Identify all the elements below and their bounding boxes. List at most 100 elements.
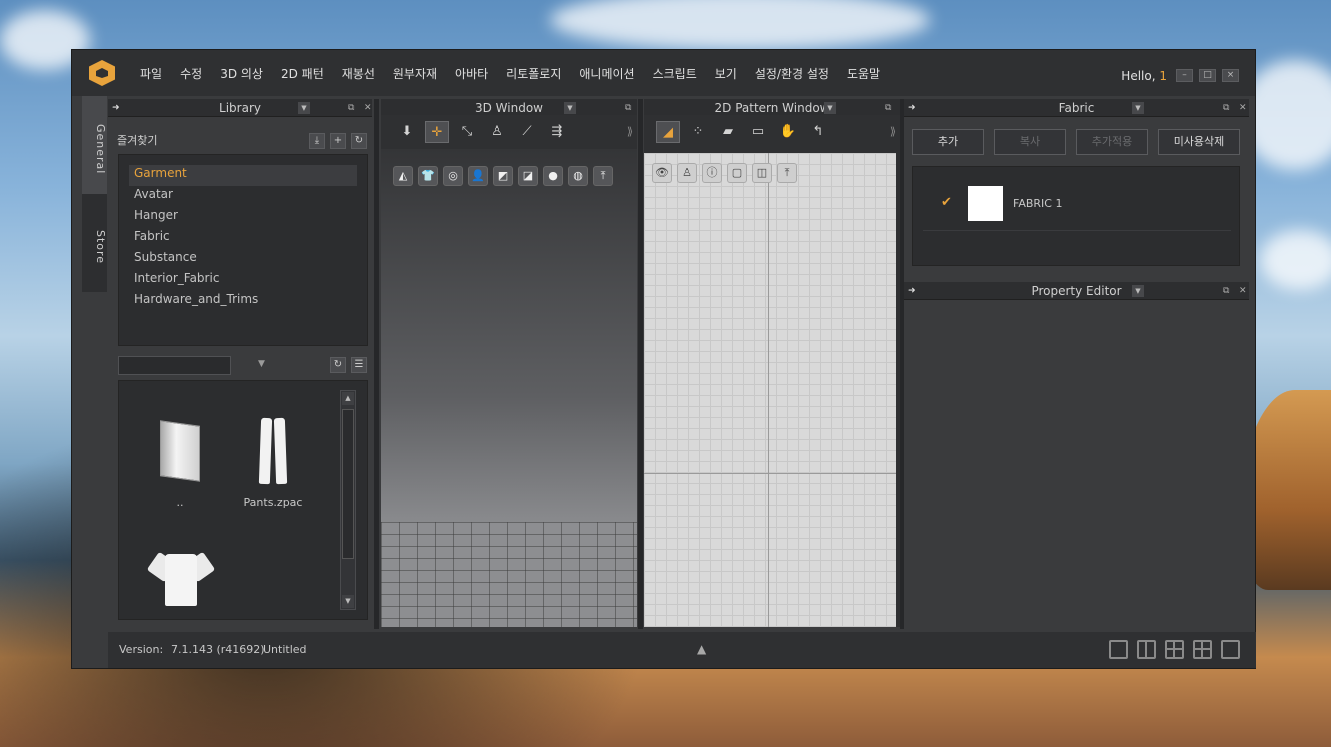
- toolbar-expand-icon[interactable]: ⟫: [627, 125, 633, 138]
- menu-sewing[interactable]: 재봉선: [333, 65, 384, 82]
- search-dropdown-icon[interactable]: ▼: [258, 359, 265, 369]
- menu-script[interactable]: 스크립트: [644, 65, 706, 82]
- arrangement-icon[interactable]: ✋: [776, 121, 800, 143]
- pattern-grid[interactable]: 👁 ♙ ⓘ ▢ ◫ ⤒: [644, 153, 896, 627]
- copy-fabric-button[interactable]: 복사: [994, 129, 1066, 155]
- file-scrollbar[interactable]: ▲ ▼: [340, 390, 356, 610]
- download-icon[interactable]: ⤓: [309, 133, 325, 149]
- list-view-icon[interactable]: ☰: [351, 357, 367, 373]
- scroll-up-icon[interactable]: ▲: [342, 392, 354, 405]
- menu-view[interactable]: 보기: [706, 65, 746, 82]
- menu-help[interactable]: 도움말: [838, 65, 889, 82]
- refresh-icon[interactable]: ↻: [330, 357, 346, 373]
- tree-item-hanger[interactable]: Hanger: [129, 207, 357, 228]
- shirt-view-icon[interactable]: ♙: [677, 163, 697, 183]
- toolbar-expand-icon[interactable]: ⟫: [890, 125, 896, 138]
- tab-store[interactable]: Store: [82, 194, 107, 292]
- reset-layout-icon[interactable]: [1221, 640, 1240, 659]
- shirt-faded-icon[interactable]: ◫: [752, 163, 772, 183]
- window2d-dropdown-icon[interactable]: ▼: [824, 102, 836, 114]
- select-pin-icon[interactable]: ⤡: [455, 121, 479, 143]
- pin-arrow-icon[interactable]: ➜: [112, 99, 120, 117]
- select-mesh-icon[interactable]: ⬇: [395, 121, 419, 143]
- menu-materials[interactable]: 원부자재: [384, 65, 446, 82]
- tab-general[interactable]: General: [82, 96, 107, 194]
- library-tree: Garment Avatar Hanger Fabric Substance I…: [118, 154, 368, 346]
- property-dropdown-icon[interactable]: ▼: [1132, 285, 1144, 297]
- fold-arrangement-icon[interactable]: ⇶: [545, 121, 569, 143]
- panel-close-icon[interactable]: ✕: [1239, 99, 1247, 117]
- edit-point-icon[interactable]: ⁘: [686, 121, 710, 143]
- split-layout-icon[interactable]: [1137, 640, 1156, 659]
- rectangle-icon[interactable]: ▭: [746, 121, 770, 143]
- divider[interactable]: [374, 99, 379, 629]
- simulation-icon[interactable]: ◭: [393, 166, 413, 186]
- refresh-icon[interactable]: ↻: [351, 133, 367, 149]
- divider[interactable]: [638, 99, 643, 629]
- library-dropdown-icon[interactable]: ▼: [298, 102, 310, 114]
- transform-pattern-icon[interactable]: ◢: [656, 121, 680, 143]
- menu-animation[interactable]: 애니메이션: [570, 65, 643, 82]
- garment-icon[interactable]: 👕: [418, 166, 438, 186]
- library-search-input[interactable]: [118, 356, 231, 375]
- polygon-icon[interactable]: ▰: [716, 121, 740, 143]
- menu-edit[interactable]: 수정: [171, 65, 211, 82]
- menu-2d-pattern[interactable]: 2D 패턴: [272, 65, 333, 82]
- export-icon[interactable]: ⤒: [777, 163, 797, 183]
- single-layout-icon[interactable]: [1109, 640, 1128, 659]
- garment-select-icon[interactable]: ♙: [485, 121, 509, 143]
- tree-item-hardware-trims[interactable]: Hardware_and_Trims: [129, 291, 357, 312]
- fabric-item[interactable]: ✔ FABRIC 1: [923, 183, 1231, 231]
- undock-icon[interactable]: ⧉: [348, 99, 354, 117]
- pants-icon[interactable]: [260, 418, 286, 484]
- undock-icon[interactable]: ⧉: [1223, 99, 1229, 117]
- menu-retopology[interactable]: 리토폴로지: [497, 65, 570, 82]
- move-icon[interactable]: ✛: [425, 121, 449, 143]
- tree-item-interior-fabric[interactable]: Interior_Fabric: [129, 270, 357, 291]
- pin-arrow-icon[interactable]: ➜: [908, 99, 916, 117]
- apply-fabric-button[interactable]: 추가적용: [1076, 129, 1148, 155]
- undock-icon[interactable]: ⧉: [1223, 282, 1229, 300]
- tree-item-fabric[interactable]: Fabric: [129, 228, 357, 249]
- scroll-thumb[interactable]: [342, 409, 354, 559]
- avatar-icon[interactable]: 👤: [468, 166, 488, 186]
- add-favorite-icon[interactable]: +: [330, 133, 346, 149]
- texture-icon[interactable]: ◎: [443, 166, 463, 186]
- window3d-viewport[interactable]: ⬇ ✛ ⤡ ♙ ⟋ ⇶ ⟫ ◭ 👕 ◎ 👤 ◩ ◪ ● ◍ ⤒: [381, 115, 637, 627]
- pattern-outline-icon[interactable]: ▢: [727, 163, 747, 183]
- three-pane-layout-icon[interactable]: [1165, 640, 1184, 659]
- segment-sewing-icon[interactable]: ↰: [806, 121, 830, 143]
- add-fabric-button[interactable]: 추가: [912, 129, 984, 155]
- window3d-dropdown-icon[interactable]: ▼: [564, 102, 576, 114]
- quad-layout-icon[interactable]: [1193, 640, 1212, 659]
- menu-3d-garment[interactable]: 3D 의상: [211, 65, 272, 82]
- avatar-head-icon[interactable]: ●: [543, 166, 563, 186]
- shirt-mesh-icon[interactable]: ◪: [518, 166, 538, 186]
- panel-close-icon[interactable]: ✕: [1239, 282, 1247, 300]
- pin-arrow-icon[interactable]: ➜: [908, 282, 916, 300]
- menu-avatar[interactable]: 아바타: [446, 65, 497, 82]
- tshirt-icon[interactable]: [146, 550, 216, 606]
- folder-icon[interactable]: [160, 420, 200, 482]
- edit-sewing-icon[interactable]: ⟋: [515, 121, 539, 143]
- tree-item-garment[interactable]: Garment: [129, 165, 357, 186]
- panel-close-icon[interactable]: ✕: [364, 99, 372, 117]
- minimize-icon[interactable]: –: [1176, 69, 1193, 82]
- menu-file[interactable]: 파일: [131, 65, 171, 82]
- globe-icon[interactable]: ◍: [568, 166, 588, 186]
- info-icon[interactable]: ⓘ: [702, 163, 722, 183]
- scroll-down-icon[interactable]: ▼: [342, 595, 354, 608]
- tree-item-substance[interactable]: Substance: [129, 249, 357, 270]
- fabric-dropdown-icon[interactable]: ▼: [1132, 102, 1144, 114]
- tree-item-avatar[interactable]: Avatar: [129, 186, 357, 207]
- maximize-icon[interactable]: □: [1199, 69, 1216, 82]
- export-icon[interactable]: ⤒: [593, 166, 613, 186]
- app-logo-icon[interactable]: [89, 60, 115, 86]
- eye-icon[interactable]: 👁: [652, 163, 672, 183]
- shirt-solid-icon[interactable]: ◩: [493, 166, 513, 186]
- delete-unused-button[interactable]: 미사용삭제: [1158, 129, 1240, 155]
- user-greeting[interactable]: Hello, 1: [1121, 69, 1167, 83]
- menu-settings[interactable]: 설정/환경 설정: [746, 65, 838, 82]
- close-icon[interactable]: ×: [1222, 69, 1239, 82]
- expand-up-icon[interactable]: ▲: [697, 642, 706, 656]
